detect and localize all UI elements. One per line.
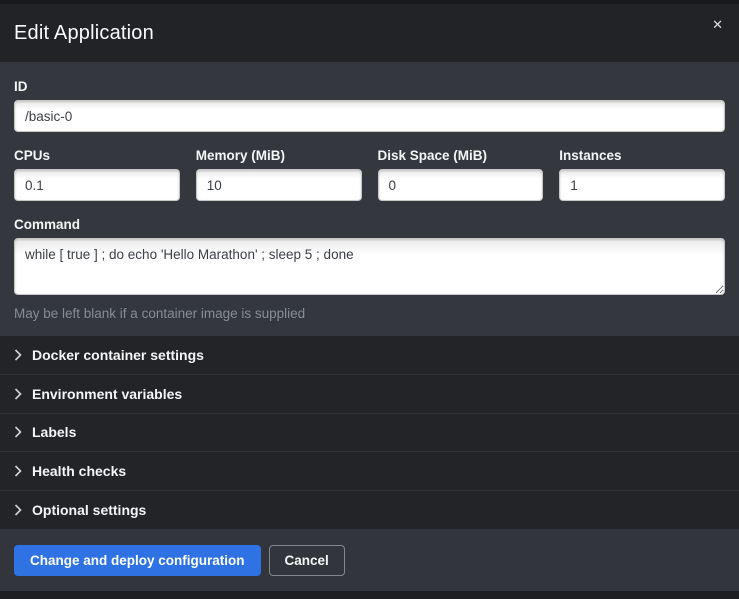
- id-input[interactable]: [14, 100, 725, 132]
- chevron-right-icon: [14, 349, 22, 361]
- close-icon[interactable]: ✕: [712, 18, 723, 31]
- command-help-text: May be left blank if a container image i…: [14, 306, 725, 321]
- id-label: ID: [14, 79, 725, 94]
- instances-input[interactable]: [559, 169, 725, 201]
- modal-title: Edit Application: [14, 22, 154, 45]
- section-label: Environment variables: [32, 386, 182, 402]
- cpus-field-group: CPUs: [14, 148, 180, 201]
- memory-input[interactable]: [196, 169, 362, 201]
- memory-field-group: Memory (MiB): [196, 148, 362, 201]
- section-label: Health checks: [32, 463, 126, 479]
- chevron-right-icon: [14, 388, 22, 400]
- section-environment-variables[interactable]: Environment variables: [0, 374, 739, 413]
- cpus-label: CPUs: [14, 148, 180, 163]
- disk-input[interactable]: [378, 169, 544, 201]
- change-and-deploy-button[interactable]: Change and deploy configuration: [14, 545, 261, 576]
- id-field-group: ID: [14, 79, 725, 132]
- section-label: Docker container settings: [32, 347, 204, 363]
- section-labels[interactable]: Labels: [0, 413, 739, 452]
- collapsible-sections: Docker container settings Environment va…: [0, 336, 739, 529]
- chevron-right-icon: [14, 504, 22, 516]
- command-label: Command: [14, 217, 725, 232]
- chevron-right-icon: [14, 465, 22, 477]
- disk-field-group: Disk Space (MiB): [378, 148, 544, 201]
- command-field-group: Command while [ true ] ; do echo 'Hello …: [14, 217, 725, 321]
- resources-row: CPUs Memory (MiB) Disk Space (MiB) Insta…: [14, 148, 725, 201]
- section-label: Labels: [32, 424, 76, 440]
- chevron-right-icon: [14, 426, 22, 438]
- instances-field-group: Instances: [559, 148, 725, 201]
- section-docker-container-settings[interactable]: Docker container settings: [0, 336, 739, 374]
- section-label: Optional settings: [32, 502, 146, 518]
- modal-footer: Change and deploy configuration Cancel: [0, 529, 739, 591]
- page-background-bottom: [0, 591, 739, 599]
- application-form: ID CPUs Memory (MiB) Disk Space (MiB) In…: [0, 62, 739, 336]
- cpus-input[interactable]: [14, 169, 180, 201]
- edit-application-modal: Edit Application ✕ ID CPUs Memory (MiB) …: [0, 0, 739, 599]
- memory-label: Memory (MiB): [196, 148, 362, 163]
- disk-label: Disk Space (MiB): [378, 148, 544, 163]
- cancel-button[interactable]: Cancel: [269, 545, 345, 576]
- instances-label: Instances: [559, 148, 725, 163]
- modal-header: Edit Application ✕: [0, 4, 739, 62]
- section-health-checks[interactable]: Health checks: [0, 451, 739, 490]
- command-textarea[interactable]: while [ true ] ; do echo 'Hello Marathon…: [14, 238, 725, 295]
- section-optional-settings[interactable]: Optional settings: [0, 490, 739, 529]
